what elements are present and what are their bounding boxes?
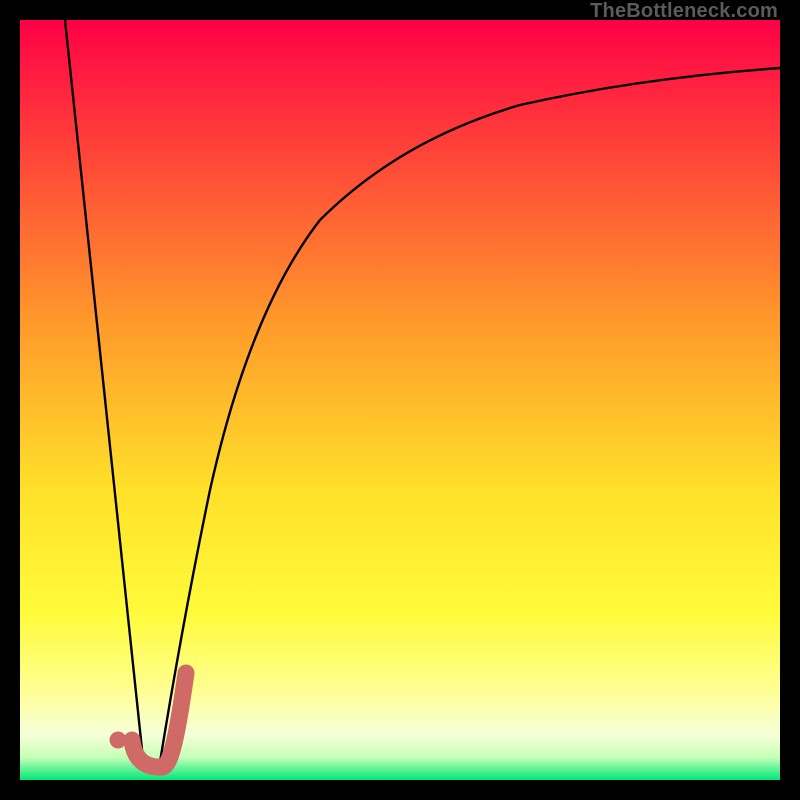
- curve-right: [160, 68, 780, 762]
- accent-dot: [110, 732, 127, 749]
- plot-area: [20, 20, 780, 780]
- curve-layer: [20, 20, 780, 780]
- chart-frame: TheBottleneck.com: [0, 0, 800, 800]
- watermark-text: TheBottleneck.com: [590, 0, 778, 23]
- accent-j-curve: [132, 673, 186, 767]
- curve-left: [65, 20, 143, 759]
